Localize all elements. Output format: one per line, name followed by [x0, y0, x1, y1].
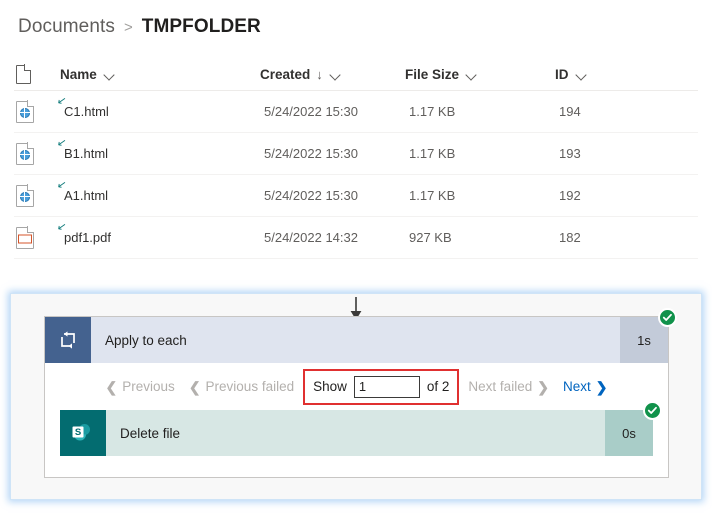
loop-icon: [45, 317, 91, 363]
row-name-label: A1.html: [64, 188, 109, 203]
show-label: Show: [313, 379, 347, 394]
column-header-file-size[interactable]: File Size: [405, 67, 555, 82]
shortcut-arrow-icon: ↘: [56, 136, 68, 150]
svg-text:S: S: [75, 427, 81, 438]
html-file-icon: [16, 184, 35, 207]
next-button[interactable]: Next ❯: [556, 379, 615, 394]
sort-descending-icon: ↓: [316, 66, 323, 82]
row-id-cell: 192: [559, 188, 581, 203]
row-created-cell: 5/24/2022 15:30: [264, 188, 358, 203]
html-file-icon: [16, 100, 35, 123]
previous-failed-label: Previous failed: [205, 379, 295, 394]
column-header-id[interactable]: ID: [555, 67, 635, 82]
row-file-icon-cell: [16, 184, 60, 207]
chevron-left-icon: ❮: [105, 378, 118, 395]
file-list-header-row: Name Created ↓ File Size ID: [14, 58, 698, 91]
column-header-created[interactable]: Created ↓: [260, 67, 405, 82]
row-file-icon-cell: [16, 142, 60, 165]
table-row[interactable]: ↘ C1.html 5/24/2022 15:30 1.17 KB 194: [14, 91, 698, 133]
shortcut-arrow-icon: ↘: [56, 220, 68, 234]
apply-to-each-card: Apply to each 1s ❮ Previous ❮ Previous f…: [44, 308, 677, 478]
show-page-group-highlight: Show of 2: [303, 368, 460, 405]
table-row[interactable]: ↘ B1.html 5/24/2022 15:30 1.17 KB 193: [14, 133, 698, 175]
row-name-cell[interactable]: ↘ C1.html: [56, 94, 264, 119]
chevron-down-icon[interactable]: [466, 69, 477, 80]
pdf-file-icon: [16, 226, 35, 249]
apply-to-each-step[interactable]: Apply to each 1s: [45, 308, 677, 363]
previous-label: Previous: [122, 379, 175, 394]
row-file-size-cell: 1.17 KB: [409, 104, 456, 119]
column-header-id-label: ID: [555, 66, 569, 82]
flow-run-panel: Apply to each 1s ❮ Previous ❮ Previous f…: [10, 293, 702, 500]
row-file-size-cell: 1.17 KB: [409, 188, 456, 203]
loop-body: S Delete file 0s: [45, 401, 668, 456]
row-file-icon-cell: [16, 226, 60, 249]
row-created-cell: 5/24/2022 15:30: [264, 104, 358, 119]
chevron-down-icon[interactable]: [104, 69, 115, 80]
row-id-cell: 193: [559, 146, 581, 161]
show-page-input[interactable]: [353, 375, 420, 398]
chevron-down-icon[interactable]: [576, 69, 587, 80]
table-row[interactable]: ↘ A1.html 5/24/2022 15:30 1.17 KB 192: [14, 175, 698, 217]
chevron-left-icon: ❮: [188, 378, 201, 395]
row-file-size-cell: 1.17 KB: [409, 146, 456, 161]
row-file-icon-cell: [16, 100, 60, 123]
breadcrumb-separator-icon: >: [124, 18, 133, 36]
row-id-cell: 194: [559, 104, 581, 119]
breadcrumb: Documents > TMPFOLDER: [0, 0, 712, 42]
row-name-label: B1.html: [64, 146, 109, 161]
column-header-file-icon: [16, 64, 60, 84]
loop-pagination: ❮ Previous ❮ Previous failed Show of 2 N…: [45, 363, 668, 410]
shortcut-arrow-icon: ↘: [56, 94, 68, 108]
row-file-size-cell: 927 KB: [409, 230, 452, 245]
row-name-cell[interactable]: ↘ A1.html: [56, 178, 264, 203]
column-header-file-size-label: File Size: [405, 66, 460, 82]
apply-to-each-title: Apply to each: [105, 332, 187, 348]
delete-file-title: Delete file: [120, 425, 181, 441]
of-total-label: of 2: [426, 379, 450, 394]
next-failed-label: Next failed: [468, 379, 533, 394]
next-label: Next: [562, 379, 591, 394]
html-file-icon: [16, 142, 35, 165]
column-header-created-label: Created: [260, 66, 311, 82]
table-row[interactable]: ↘ pdf1.pdf 5/24/2022 14:32 927 KB 182: [14, 217, 698, 259]
checkmark-circle-icon: [643, 401, 662, 420]
breadcrumb-current: TMPFOLDER: [141, 16, 261, 37]
row-name-cell[interactable]: ↘ pdf1.pdf: [56, 220, 264, 245]
sharepoint-icon: S: [60, 410, 106, 456]
chevron-down-icon[interactable]: [330, 69, 341, 80]
file-list: Name Created ↓ File Size ID ↘ C1.html 5/…: [0, 58, 712, 259]
column-header-name[interactable]: Name: [60, 67, 260, 82]
previous-failed-button[interactable]: ❮ Previous failed: [182, 379, 301, 394]
row-id-cell: 182: [559, 230, 581, 245]
row-created-cell: 5/24/2022 15:30: [264, 146, 358, 161]
document-icon: [16, 64, 32, 84]
previous-button[interactable]: ❮ Previous: [99, 379, 182, 394]
shortcut-arrow-icon: ↘: [56, 178, 68, 192]
checkmark-circle-icon: [658, 308, 677, 327]
breadcrumb-root[interactable]: Documents: [18, 16, 115, 38]
column-header-name-label: Name: [60, 66, 97, 82]
row-created-cell: 5/24/2022 14:32: [264, 230, 358, 245]
chevron-right-icon: ❯: [537, 378, 549, 395]
delete-file-step[interactable]: S Delete file 0s: [60, 401, 662, 456]
row-name-cell[interactable]: ↘ B1.html: [56, 136, 264, 161]
next-failed-button[interactable]: Next failed ❯: [461, 379, 556, 394]
chevron-right-icon: ❯: [595, 378, 608, 395]
row-name-label: pdf1.pdf: [64, 230, 111, 245]
row-name-label: C1.html: [64, 104, 109, 119]
